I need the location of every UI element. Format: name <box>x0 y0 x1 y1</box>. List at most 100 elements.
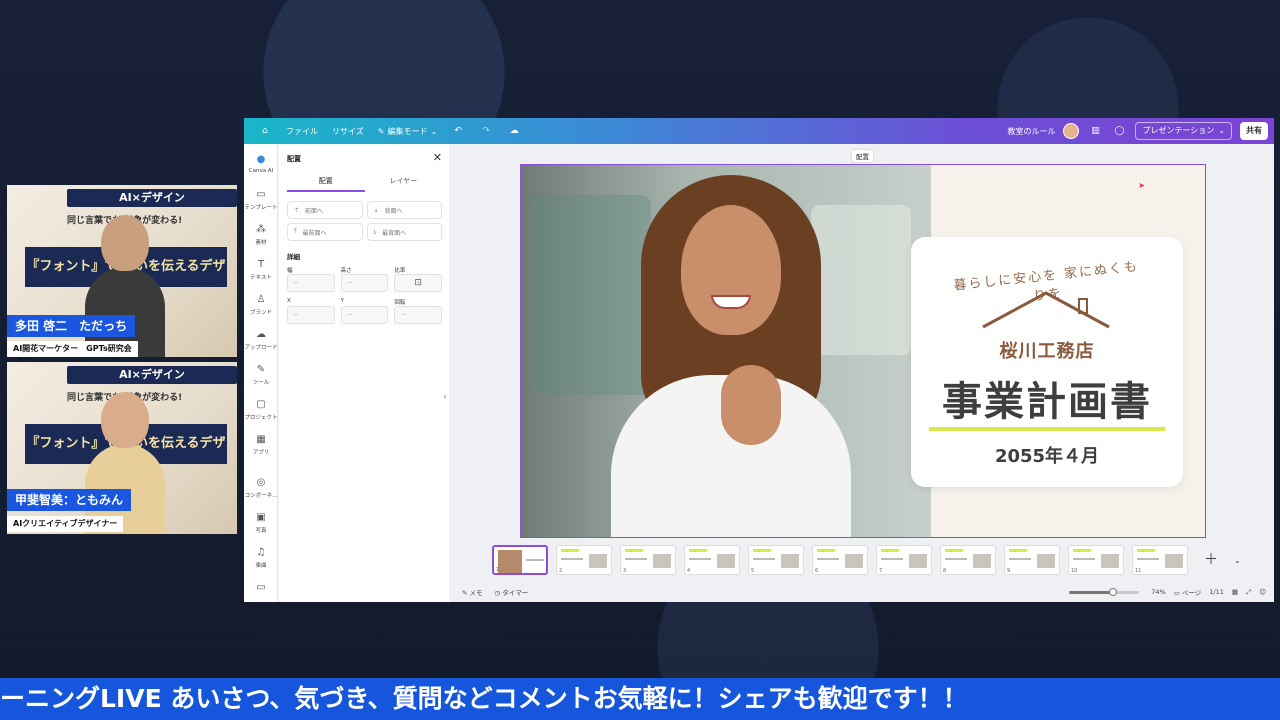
zoom-fill <box>1069 590 1113 594</box>
fullscreen-icon[interactable]: ⤢ <box>1246 588 1251 597</box>
canva-ai-icon: ● <box>256 154 266 165</box>
present-label: プレゼンテーション <box>1142 126 1215 135</box>
height-field[interactable]: -- <box>340 274 389 292</box>
page-thumbnail[interactable]: 11 <box>1132 545 1188 575</box>
redo-icon[interactable]: ↷ <box>479 124 493 138</box>
add-page-icon[interactable]: ＋ <box>1196 545 1226 575</box>
folder-icon: ▢ <box>256 399 266 410</box>
help-icon[interactable]: ☺ <box>1259 588 1266 596</box>
zoom-slider[interactable] <box>1069 587 1140 596</box>
page-thumbnail[interactable]: 6 <box>812 545 868 575</box>
nav-tools[interactable]: ✎ ツール <box>244 364 278 386</box>
page-indicator: 1/11 <box>1209 588 1224 596</box>
x-field[interactable]: -- <box>287 306 335 324</box>
canvas-area: ‹ 配置 暮らしに安心を 家にぬくもりを 桜川工務店 事業計画書 2055年４月… <box>443 144 1274 602</box>
page-thumbnail[interactable]: 3 <box>620 545 676 575</box>
pages-icon: ▭ <box>1173 589 1180 597</box>
slide-title: 事業計画書 <box>942 379 1152 425</box>
woman-photo[interactable] <box>521 165 931 537</box>
lock-ratio-icon[interactable]: ⊡ <box>394 274 442 292</box>
edit-mode-menu[interactable]: ✎ 編集モード ⌄ <box>378 126 437 137</box>
share-button[interactable]: 共有 <box>1240 122 1268 140</box>
close-icon[interactable]: ✕ <box>433 151 442 164</box>
elements-icon: ⁂ <box>256 224 266 235</box>
webcam-panel-1: AI×デザイン 同じ言葉でも 印象が変わる! 『フォント』で 想いを伝えるデザイ… <box>7 185 237 357</box>
position-panel: 配置 ✕ 配置 レイヤー ⇡ 前面へ ⇣ 背面へ ⤒ 最前面へ ⤓ 最背面へ 詳細 幅-… <box>279 144 451 602</box>
live-ticker: ーニングLIVE あいさつ、気づき、質問などコメントお気軽に！シェアも歓迎です！… <box>0 678 1280 720</box>
zoom-level[interactable]: 74% <box>1151 588 1165 596</box>
resize-menu[interactable]: リサイズ <box>332 126 364 137</box>
chevron-down-icon[interactable]: ⌄ <box>1218 123 1225 139</box>
page-view-button[interactable]: ▭ ページ <box>1174 587 1202 597</box>
panel-title: 配置 <box>287 155 301 163</box>
height-label: 高さ <box>340 268 352 274</box>
music-icon: ♫ <box>256 547 266 558</box>
banner-top: AI×デザイン <box>67 366 237 384</box>
nav-audio[interactable]: ♫ 楽曲 <box>244 547 278 569</box>
page-thumbnail[interactable]: 10 <box>1068 545 1124 575</box>
nav-brand[interactable]: ♙ ブランド <box>244 294 278 316</box>
timer-button[interactable]: ◷ タイマー <box>495 587 529 597</box>
tab-layers[interactable]: レイヤー <box>365 176 443 192</box>
panel-tabs: 配置 レイヤー <box>287 176 442 192</box>
page-thumbnail[interactable]: 9 <box>1004 545 1060 575</box>
page-thumbnails: 1 2 3 4 5 6 7 8 9 10 11 ＋ ⌄ <box>492 544 1274 576</box>
document-name[interactable]: 教室のルール <box>1007 126 1055 137</box>
presenter-name: 甲斐智美：ともみん <box>7 489 132 511</box>
upload-icon: ☁ <box>256 329 266 340</box>
undo-icon[interactable]: ↶ <box>451 124 465 138</box>
width-field[interactable]: -- <box>287 274 335 292</box>
page-thumbnail[interactable]: 7 <box>876 545 932 575</box>
cursor-icon: ➤ <box>1138 181 1145 190</box>
nav-text[interactable]: T テキスト <box>244 259 278 281</box>
presenter-role: AI開花マーケター GPTs研究会 <box>7 341 138 357</box>
file-menu[interactable]: ファイル <box>286 126 318 137</box>
bring-to-front-button[interactable]: ⤒ 最前面へ <box>287 223 363 241</box>
cloud-save-icon[interactable]: ☁ <box>507 124 521 138</box>
page-thumbnail[interactable]: 1 <box>492 545 548 575</box>
page-thumbnail[interactable]: 5 <box>748 545 804 575</box>
forward-icon: ⇡ <box>294 206 300 214</box>
home-icon[interactable]: ⌂ <box>258 124 272 138</box>
nav-photos[interactable]: ▣ 写真 <box>244 512 278 534</box>
grid-view-icon[interactable]: ▦ <box>1232 588 1238 596</box>
title-card[interactable]: 暮らしに安心を 家にぬくもりを 桜川工務店 事業計画書 2055年４月 <box>911 237 1183 487</box>
presenter-name: 多田 啓二 ただっち <box>7 315 136 337</box>
nav-elements[interactable]: ⁂ 素材 <box>244 224 278 246</box>
video-icon: ▭ <box>256 582 266 593</box>
insights-icon[interactable]: ▥ <box>1087 123 1103 139</box>
components-icon: ◎ <box>256 477 266 488</box>
page-thumbnail[interactable]: 8 <box>940 545 996 575</box>
present-button[interactable]: プレゼンテーション ⌄ <box>1135 122 1232 140</box>
collapse-panel-icon[interactable]: ‹ <box>440 392 450 408</box>
nav-uploads[interactable]: ☁ アップロード <box>244 329 278 351</box>
chevron-down-icon[interactable]: ⌄ <box>1234 556 1248 565</box>
send-to-back-button[interactable]: ⤓ 最背面へ <box>366 223 442 241</box>
page-thumbnail[interactable]: 2 <box>556 545 612 575</box>
slide-date: 2055年４月 <box>994 446 1100 467</box>
send-backward-button[interactable]: ⇣ 背面へ <box>366 201 442 219</box>
nav-canva-ai[interactable]: ● Canva AI <box>244 154 278 174</box>
nav-templates[interactable]: ▭ テンプレート <box>244 189 278 211</box>
nav-apps[interactable]: ▦ アプリ <box>244 434 278 456</box>
bring-forward-button[interactable]: ⇡ 前面へ <box>287 201 363 219</box>
presenter-role: AIクリエイティブデザイナー <box>7 516 124 532</box>
bottom-bar: ✎ メモ ◷ タイマー 74% ▭ ページ 1/11 ▦ ⤢ ☺ <box>452 582 1274 602</box>
webcam-panel-2: AI×デザイン 同じ言葉でも 印象が変わる! 『フォント』で 想いを伝えるデザイ… <box>7 362 237 534</box>
y-field[interactable]: -- <box>340 306 389 324</box>
zoom-handle[interactable] <box>1108 587 1117 596</box>
nav-components[interactable]: ◎ コンポーネ... <box>244 477 278 499</box>
front-icon: ⤒ <box>294 228 297 235</box>
slide-canvas[interactable]: 暮らしに安心を 家にぬくもりを 桜川工務店 事業計画書 2055年４月 ➤ <box>520 164 1206 538</box>
nav-video[interactable]: ▭ <box>244 582 278 596</box>
comment-icon[interactable]: ◯ <box>1111 123 1127 139</box>
house-roof-icon <box>982 291 1110 329</box>
tab-arrange[interactable]: 配置 <box>287 176 365 192</box>
top-toolbar: ⌂ ファイル リサイズ ✎ 編集モード ⌄ ↶ ↷ ☁ 教室のルール ▥ ◯ プ… <box>244 118 1274 144</box>
page-thumbnail[interactable]: 4 <box>684 545 740 575</box>
avatar[interactable] <box>1063 123 1080 139</box>
notes-button[interactable]: ✎ メモ <box>462 587 483 597</box>
rotate-field[interactable]: -- <box>394 306 442 324</box>
apps-icon: ▦ <box>256 434 266 445</box>
nav-projects[interactable]: ▢ プロジェクト <box>244 399 278 421</box>
